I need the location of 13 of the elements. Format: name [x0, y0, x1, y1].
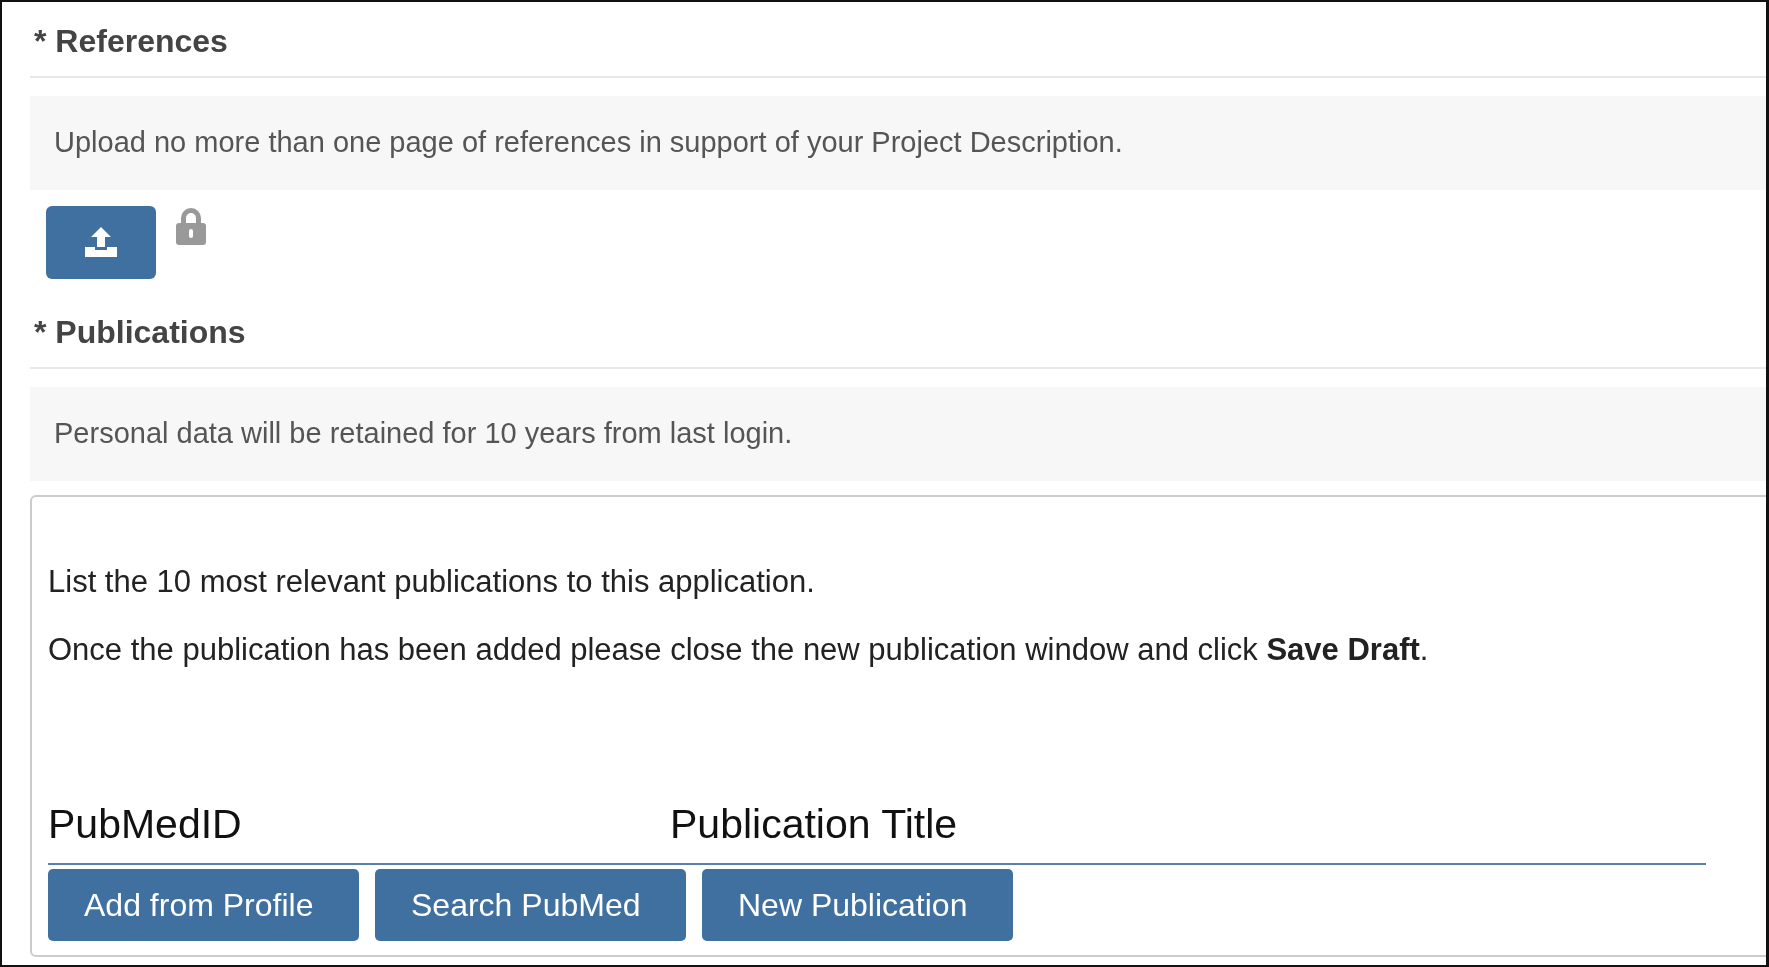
- info-note: Personal data will be retained for 10 years from last login.: [30, 387, 1766, 481]
- upload-icon: [83, 225, 119, 260]
- action-button[interactable]: Search PubMed: [375, 869, 686, 941]
- instruction-text: Once the publication has been added please close the new publication window and click Save Draft.: [48, 631, 1430, 670]
- action-button[interactable]: New Publication: [702, 869, 1013, 941]
- column-header: PubMedID: [48, 799, 243, 849]
- section-heading: * Publications: [30, 292, 1766, 370]
- upload-button[interactable]: [46, 205, 156, 279]
- section-heading: * References: [30, 2, 1766, 79]
- info-note: Upload no more than one page of references in support of your Project Description.: [30, 96, 1766, 190]
- instruction-text: List the 10 most relevant publications to this application.: [48, 562, 816, 601]
- action-button[interactable]: Add from Profile: [48, 869, 359, 941]
- column-header: Publication Title: [670, 799, 958, 849]
